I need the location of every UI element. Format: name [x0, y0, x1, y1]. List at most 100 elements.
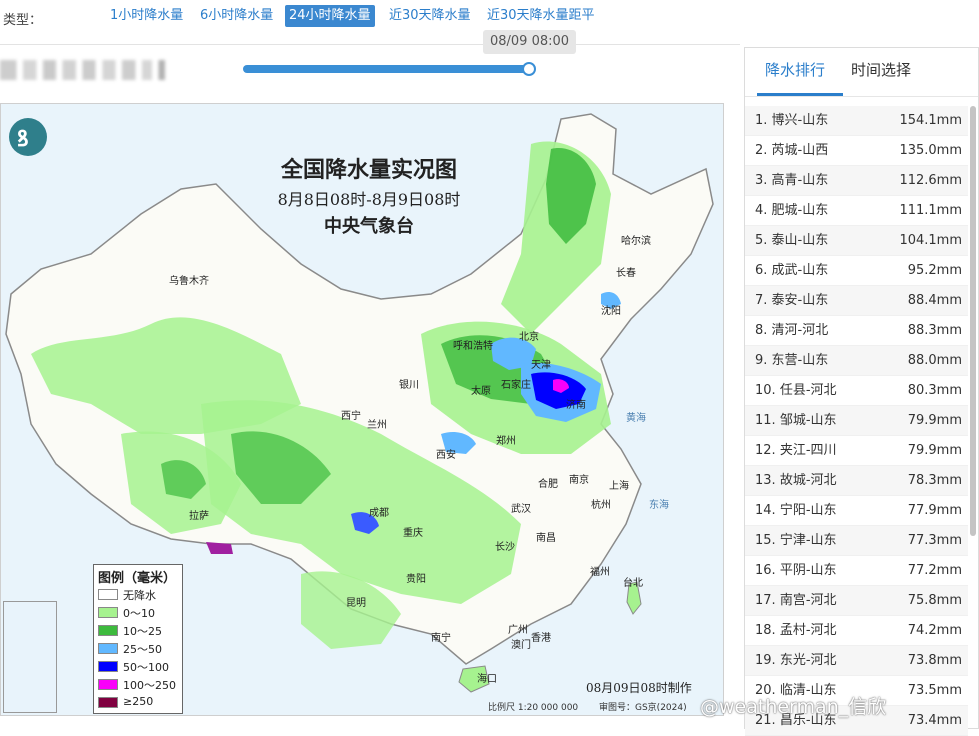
list-item[interactable]: 8. 清河-河北 88.3mm	[745, 316, 968, 346]
city-label: 杭州	[591, 500, 611, 511]
list-item[interactable]: 4. 肥城-山东 111.1mm	[745, 196, 968, 226]
list-item[interactable]: 17. 南宫-河北 75.8mm	[745, 586, 968, 616]
map-scale: 比例尺 1:20 000 000	[488, 703, 579, 713]
station-name: 宁津-山东	[779, 533, 837, 548]
list-item[interactable]: 12. 夹江-四川 79.9mm	[745, 436, 968, 466]
legend-label: 无降水	[123, 589, 156, 602]
precip-value: 95.2mm	[907, 263, 962, 278]
legend-label: 0～10	[123, 607, 155, 620]
city-label: 长春	[616, 268, 636, 279]
legend-label: ≥250	[123, 695, 154, 708]
city-label: 济南	[566, 400, 586, 411]
list-item[interactable]: 14. 宁阳-山东 77.9mm	[745, 496, 968, 526]
list-item[interactable]: 3. 高青-山东 112.6mm	[745, 166, 968, 196]
city-label: 上海	[609, 481, 629, 492]
tab-30d-precip[interactable]: 近30天降水量	[385, 5, 475, 27]
city-label: 南宁	[431, 633, 451, 644]
city-label: 石家庄	[501, 380, 531, 391]
precip-value: 77.2mm	[907, 563, 962, 578]
station-name: 高青-山东	[771, 173, 829, 188]
precip-value: 78.3mm	[907, 473, 962, 488]
cma-logo-icon: ꝸ	[9, 118, 47, 156]
rank-number: 12.	[755, 443, 776, 458]
station-name: 博兴-山东	[771, 113, 829, 128]
city-label: 呼和浩特	[453, 341, 493, 352]
tab-1h-precip[interactable]: 1小时降水量	[106, 5, 187, 27]
list-item[interactable]: 18. 孟村-河北 74.2mm	[745, 616, 968, 646]
tab-6h-precip[interactable]: 6小时降水量	[196, 5, 277, 27]
tab-precip-ranking[interactable]: 降水排行	[765, 59, 825, 80]
list-item[interactable]: 10. 任县-河北 80.3mm	[745, 376, 968, 406]
city-label: 香港	[531, 633, 551, 644]
city-label: 武汉	[511, 504, 531, 515]
list-item[interactable]: 2. 芮城-山西 135.0mm	[745, 136, 968, 166]
legend-label: 10～25	[123, 625, 162, 638]
list-item[interactable]: 16. 平阴-山东 77.2mm	[745, 556, 968, 586]
legend-swatch	[98, 607, 118, 618]
legend-label: 50～100	[123, 661, 169, 674]
city-label: 贵阳	[406, 574, 426, 585]
precip-value: 111.1mm	[899, 203, 962, 218]
tab-24h-precip[interactable]: 24小时降水量	[285, 5, 375, 27]
rank-number: 16.	[755, 563, 776, 578]
city-label: 成都	[369, 508, 389, 519]
list-item[interactable]: 11. 邹城-山东 79.9mm	[745, 406, 968, 436]
city-label: 郑州	[496, 436, 516, 447]
legend-title: 图例（毫米）	[98, 571, 177, 586]
legend-label: 100～250	[123, 679, 176, 692]
station-name: 任县-河北	[779, 383, 837, 398]
list-item[interactable]: 7. 泰安-山东 88.4mm	[745, 286, 968, 316]
rank-number: 6.	[755, 263, 768, 278]
city-label: 海口	[477, 674, 497, 685]
rank-number: 1.	[755, 113, 768, 128]
time-slider-track[interactable]	[243, 65, 531, 73]
tab-time-select[interactable]: 时间选择	[851, 59, 911, 80]
list-item[interactable]: 13. 故城-河北 78.3mm	[745, 466, 968, 496]
city-label: 福州	[590, 567, 610, 578]
station-name: 宁阳-山东	[779, 503, 837, 518]
tab-30d-anomaly[interactable]: 近30天降水量距平	[483, 5, 599, 27]
precipitation-map[interactable]: ꝸ 全国降水量实况图 8月8日08时-8月9日08时 中央气象台 哈尔滨 长春 …	[0, 103, 724, 716]
legend-label: 25～50	[123, 643, 162, 656]
list-item[interactable]: 15. 宁津-山东 77.3mm	[745, 526, 968, 556]
city-label: 南京	[569, 475, 589, 486]
city-label: 天津	[531, 360, 551, 371]
city-label: 长沙	[495, 542, 515, 553]
station-name: 泰山-山东	[771, 233, 829, 248]
city-label: 广州	[508, 625, 528, 636]
list-item[interactable]: 6. 成武-山东 95.2mm	[745, 256, 968, 286]
precip-value: 79.9mm	[907, 413, 962, 428]
rank-number: 17.	[755, 593, 776, 608]
legend-swatch	[98, 661, 118, 672]
station-name: 泰安-山东	[771, 293, 829, 308]
list-item[interactable]: 1. 博兴-山东 154.1mm	[745, 106, 968, 136]
rank-number: 3.	[755, 173, 768, 188]
scrollbar[interactable]	[970, 106, 976, 536]
precip-value: 88.4mm	[907, 293, 962, 308]
list-item[interactable]: 9. 东营-山东 88.0mm	[745, 346, 968, 376]
time-slider-thumb[interactable]	[522, 62, 536, 76]
station-name: 故城-河北	[779, 473, 837, 488]
station-name: 清河-河北	[771, 323, 829, 338]
ranking-panel: 降水排行 时间选择 1. 博兴-山东 154.1mm 2. 芮城-山西 135.0m…	[744, 47, 979, 736]
sea-label: 黄海	[626, 413, 646, 424]
precip-value: 135.0mm	[899, 143, 962, 158]
station-name: 夹江-四川	[779, 443, 837, 458]
station-name: 芮城-山西	[771, 143, 829, 158]
list-item[interactable]: 19. 东光-河北 73.8mm	[745, 646, 968, 676]
map-title: 全国降水量实况图	[280, 157, 457, 183]
list-item[interactable]: 5. 泰山-山东 104.1mm	[745, 226, 968, 256]
rank-number: 14.	[755, 503, 776, 518]
city-label: 沈阳	[601, 306, 621, 317]
rank-number: 13.	[755, 473, 776, 488]
precip-value: 73.5mm	[907, 683, 962, 698]
rank-number: 10.	[755, 383, 776, 398]
station-name: 南宫-河北	[779, 593, 837, 608]
rank-number: 18.	[755, 623, 776, 638]
precip-value: 104.1mm	[899, 233, 962, 248]
station-name: 邹城-山东	[779, 413, 837, 428]
divider	[0, 44, 740, 45]
rank-number: 8.	[755, 323, 768, 338]
south-china-sea-inset	[3, 601, 57, 713]
legend-swatch	[98, 643, 118, 654]
